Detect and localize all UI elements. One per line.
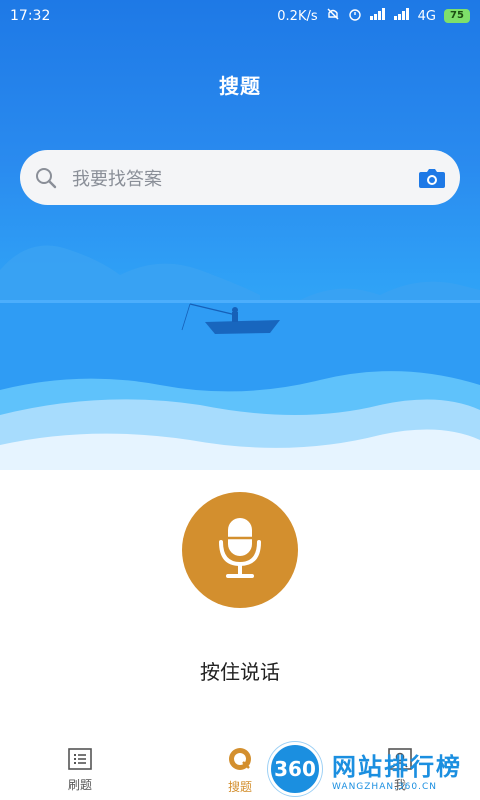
battery-indicator: 75: [444, 9, 470, 23]
signal-icon-2: [393, 8, 410, 24]
watermark-overlay: 360 网站排行榜 WANGZHAN.360.CN: [268, 738, 480, 800]
page-title: 搜题: [219, 74, 261, 98]
watermark-logo: 360: [268, 742, 322, 796]
network-type: 4G: [417, 8, 436, 24]
voice-hint-label: 按住说话: [200, 660, 280, 684]
status-indicators: 0.2K/s 4G 75: [277, 7, 470, 25]
list-icon: [68, 747, 92, 773]
camera-icon[interactable]: [418, 166, 446, 190]
lake-scene-illustration: [0, 245, 480, 470]
nav-label-practice: 刷题: [67, 777, 92, 792]
alarm-icon: [348, 7, 362, 25]
status-time: 17:32: [10, 8, 51, 24]
search-icon: [34, 166, 58, 190]
search-input[interactable]: 我要找答案: [72, 165, 418, 191]
search-circle-icon: [227, 746, 253, 775]
net-speed: 0.2K/s: [277, 8, 318, 24]
status-bar: 17:32 0.2K/s 4G 75: [0, 0, 480, 32]
signal-icon: [369, 8, 386, 24]
mute-icon: [326, 7, 340, 25]
watermark-text: 网站排行榜 WANGZHAN.360.CN: [332, 747, 462, 792]
microphone-icon: [212, 516, 268, 584]
search-bar[interactable]: 我要找答案: [20, 150, 460, 205]
watermark-title: 网站排行榜: [332, 752, 462, 781]
watermark-subtitle: WANGZHAN.360.CN: [332, 781, 438, 792]
voice-input-button[interactable]: [182, 492, 298, 608]
hero-banner: 17:32 0.2K/s 4G 75 搜题 我要找答案: [0, 0, 480, 470]
nav-item-practice[interactable]: 刷题: [20, 747, 140, 793]
nav-label-search: 搜题: [227, 779, 252, 794]
